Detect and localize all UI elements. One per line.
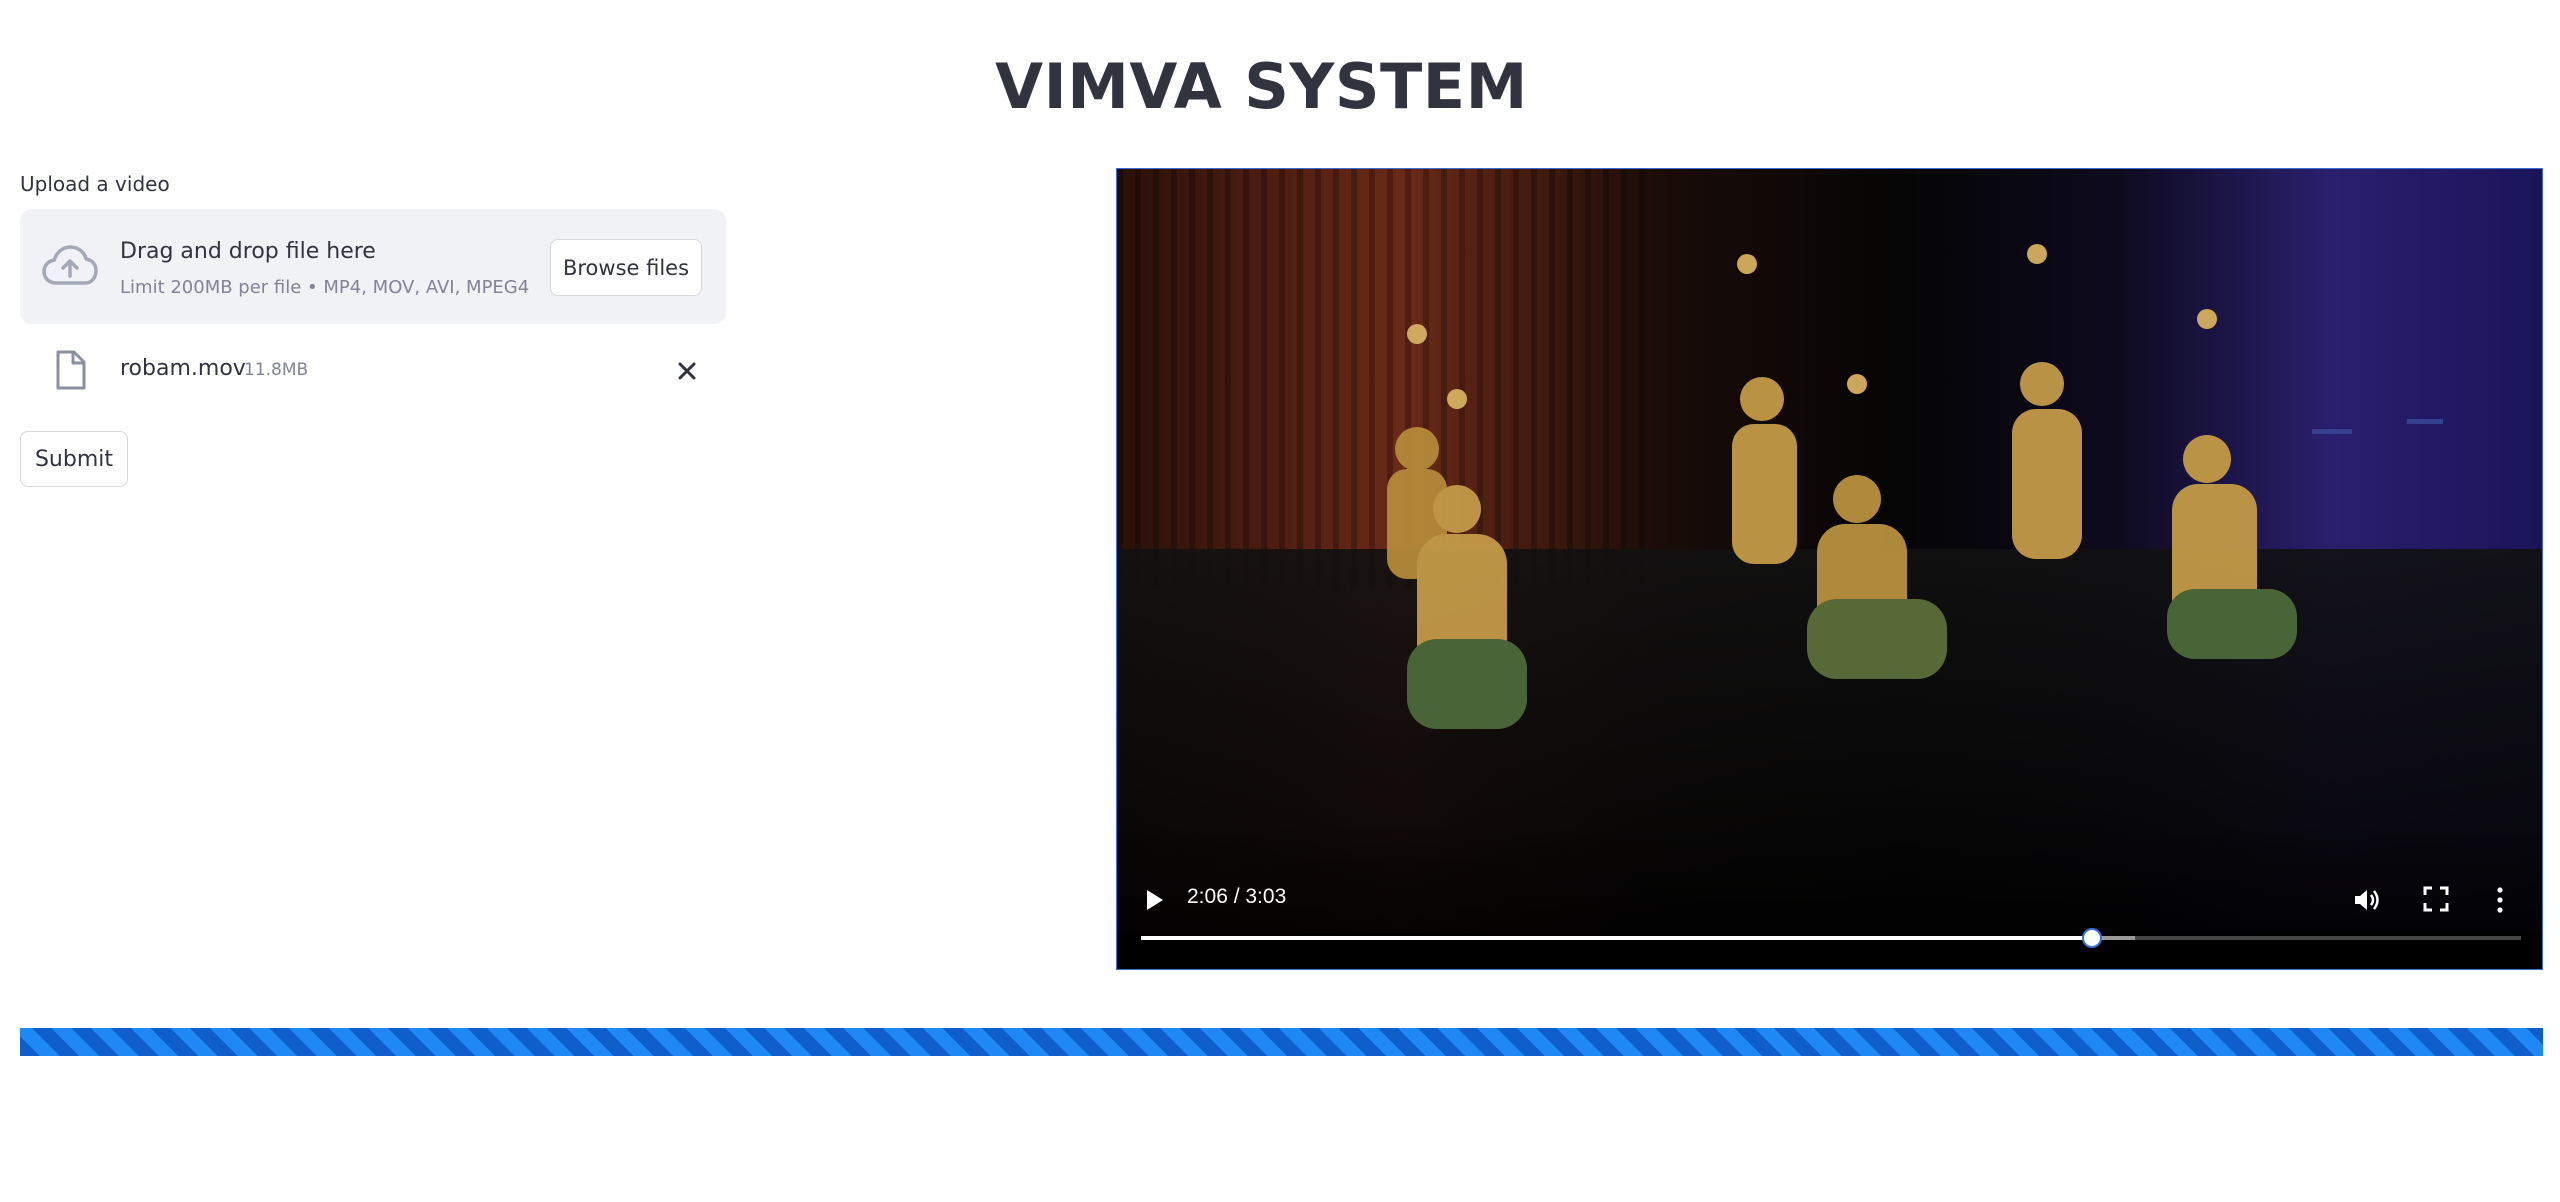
file-icon <box>56 350 86 390</box>
running-progress-bar <box>20 1028 2543 1056</box>
submit-button[interactable]: Submit <box>20 431 128 487</box>
dropzone-limit-text: Limit 200MB per file • MP4, MOV, AVI, MP… <box>120 277 530 298</box>
cloud-upload-icon <box>42 245 98 285</box>
file-dropzone[interactable]: Drag and drop file here Limit 200MB per … <box>20 209 726 324</box>
video-player[interactable]: 2:06 / 3:03 <box>1116 168 2543 970</box>
controls-overlay <box>1117 819 2542 939</box>
time-display: 2:06 / 3:03 <box>1187 885 1287 908</box>
play-icon[interactable] <box>1141 887 1167 913</box>
volume-icon[interactable] <box>2351 885 2381 915</box>
dropzone-title: Drag and drop file here <box>120 239 376 264</box>
timeline-scrubber[interactable] <box>2081 928 2102 948</box>
fullscreen-icon[interactable] <box>2422 885 2450 913</box>
page-title: VIMVA SYSTEM <box>995 50 1528 123</box>
uploaded-file-size: 11.8MB <box>244 360 309 380</box>
upload-label: Upload a video <box>20 172 170 196</box>
more-options-icon[interactable] <box>2493 885 2507 915</box>
uploaded-file-row: robam.mov 11.8MB <box>20 344 726 396</box>
uploaded-file-name: robam.mov <box>120 356 246 381</box>
close-icon[interactable] <box>672 356 702 386</box>
browse-files-button[interactable]: Browse files <box>550 239 702 296</box>
video-timeline[interactable] <box>1141 928 2521 948</box>
timeline-played <box>1141 936 2092 940</box>
